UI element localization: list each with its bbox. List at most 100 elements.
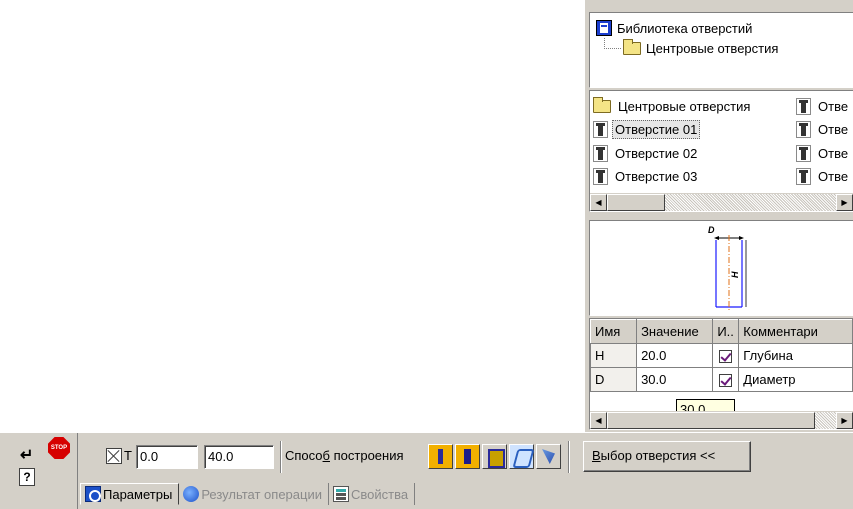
property-bar: ↵ STOP ? T 0.0 40.0 Способ построения Вы… bbox=[0, 432, 853, 509]
method-label-part: построения bbox=[330, 448, 404, 463]
param-name: D bbox=[589, 367, 638, 392]
method-direction-button[interactable] bbox=[536, 444, 561, 469]
scroll-right-button[interactable]: ▶ bbox=[836, 412, 853, 429]
hole-icon bbox=[593, 144, 608, 162]
scroll-track[interactable] bbox=[815, 412, 836, 429]
operation-result-icon bbox=[183, 486, 200, 502]
list-item-label: Отве bbox=[818, 98, 849, 114]
method-depth-button[interactable] bbox=[455, 444, 480, 469]
param-used-cell[interactable] bbox=[712, 343, 740, 368]
dim-depth-label: H bbox=[730, 271, 740, 278]
param-value[interactable]: 30.0 bbox=[636, 367, 714, 392]
param-used-cell[interactable] bbox=[712, 367, 740, 392]
library-tree: Библиотека отверстий Центровые отверстия bbox=[589, 12, 853, 88]
scroll-thumb[interactable] bbox=[607, 194, 665, 211]
dim-diameter-label: D bbox=[708, 225, 715, 235]
point-y-field[interactable]: 40.0 bbox=[204, 445, 274, 469]
param-value[interactable]: 20.0 bbox=[636, 343, 714, 368]
parameters-table-pane: Имя Значение И.. Комментари H 20.0 Глуби… bbox=[589, 318, 853, 430]
column-header-value[interactable]: Значение bbox=[636, 319, 714, 344]
point-lock-checkbox[interactable] bbox=[106, 448, 122, 464]
library-icon bbox=[596, 20, 612, 36]
tree-child-label: Центровые отверстия bbox=[646, 41, 779, 56]
column-header-name[interactable]: Имя bbox=[589, 319, 638, 344]
method-label-hotkey: б bbox=[322, 448, 330, 463]
table-row[interactable]: D 30.0 Диаметр bbox=[589, 367, 853, 392]
help-icon[interactable]: ? bbox=[19, 468, 35, 486]
folder-icon bbox=[623, 39, 641, 55]
list-item-hole-02[interactable]: Отверстие 02 bbox=[593, 142, 703, 164]
list-item-hole-01[interactable]: Отверстие 01 bbox=[593, 118, 703, 140]
hole-icon bbox=[796, 97, 811, 115]
table-horizontal-scrollbar[interactable]: ◀ ▶ bbox=[590, 411, 853, 429]
list-item-label: Отверстие 01 bbox=[612, 119, 701, 139]
hole-icon bbox=[593, 167, 608, 185]
toolbar-divider bbox=[280, 441, 282, 473]
tab-label: Свойства bbox=[350, 486, 409, 502]
scroll-track[interactable] bbox=[665, 194, 836, 211]
scroll-thumb[interactable] bbox=[607, 412, 815, 429]
tree-connector bbox=[604, 38, 621, 49]
property-tabs: Параметры Результат операции Свойства bbox=[80, 483, 416, 505]
hole-icon bbox=[593, 120, 608, 138]
hole-preview: D H bbox=[589, 220, 853, 316]
list-item-label: Отве bbox=[818, 121, 849, 137]
tree-root-label: Библиотека отверстий bbox=[617, 20, 753, 36]
tab-label: Результат операции bbox=[201, 486, 322, 502]
enter-icon[interactable]: ↵ bbox=[20, 445, 33, 465]
construction-method-label: Способ построения bbox=[285, 448, 404, 463]
param-name: H bbox=[589, 343, 638, 368]
list-item-label: Отверстие 03 bbox=[615, 168, 698, 184]
table-row[interactable]: H 20.0 Глубина bbox=[589, 343, 853, 368]
list-item-hole-col2[interactable]: Отве bbox=[796, 118, 853, 140]
tree-item-root[interactable]: Библиотека отверстий bbox=[596, 20, 752, 36]
hole-selection-button[interactable]: Выбор отверстия << bbox=[583, 441, 751, 472]
scroll-left-button[interactable]: ◀ bbox=[590, 412, 607, 429]
table-header-row: Имя Значение И.. Комментари bbox=[589, 319, 853, 344]
parameters-table: Имя Значение И.. Комментари H 20.0 Глуби… bbox=[589, 319, 853, 392]
method-through-button[interactable] bbox=[428, 444, 453, 469]
scroll-right-button[interactable]: ▶ bbox=[836, 194, 853, 211]
column-header-comment[interactable]: Комментари bbox=[738, 319, 853, 344]
toolbar-divider bbox=[568, 441, 570, 473]
checkbox-checked[interactable] bbox=[719, 350, 733, 364]
tree-item-center-holes[interactable]: Центровые отверстия bbox=[623, 39, 779, 56]
hole-preview-drawing: D H bbox=[708, 225, 747, 311]
list-item-hole-col2[interactable]: Отве bbox=[796, 95, 853, 117]
tab-parameters[interactable]: Параметры bbox=[80, 483, 180, 505]
command-controls: ↵ STOP ? bbox=[0, 433, 78, 509]
method-to-face-button[interactable] bbox=[482, 444, 507, 469]
list-item-label: Отве bbox=[818, 168, 849, 184]
tab-label: Параметры bbox=[103, 486, 173, 502]
list-item-label: Центровые отверстия bbox=[618, 98, 751, 114]
list-item-label: Отве bbox=[818, 145, 849, 161]
scroll-left-button[interactable]: ◀ bbox=[590, 194, 607, 211]
column-header-used[interactable]: И.. bbox=[712, 319, 740, 344]
point-label: T bbox=[124, 448, 132, 463]
point-x-field[interactable]: 0.0 bbox=[136, 445, 198, 469]
hole-file-list: Центровые отверстия Отверстие 01 Отверст… bbox=[589, 90, 853, 212]
checkbox-checked[interactable] bbox=[719, 374, 733, 388]
list-item-label: Отверстие 02 bbox=[615, 145, 698, 161]
list-item-hole-col2[interactable]: Отве bbox=[796, 165, 853, 187]
list-item-folder[interactable]: Центровые отверстия bbox=[593, 95, 756, 117]
stop-icon[interactable]: STOP bbox=[48, 437, 70, 459]
hole-icon bbox=[796, 120, 811, 138]
library-panel: Библиотека отверстий Центровые отверстия… bbox=[585, 0, 853, 432]
param-comment: Глубина bbox=[738, 343, 853, 368]
choice-label-hotkey: В bbox=[592, 448, 601, 463]
list-item-hole-col2[interactable]: Отве bbox=[796, 142, 853, 164]
choice-label-part: ыбор отверстия << bbox=[600, 448, 716, 463]
list-item-hole-03[interactable]: Отверстие 03 bbox=[593, 165, 703, 187]
hole-icon bbox=[796, 144, 811, 162]
parameters-icon bbox=[85, 486, 101, 502]
folder-icon bbox=[593, 96, 611, 113]
list-horizontal-scrollbar[interactable]: ◀ ▶ bbox=[590, 193, 853, 211]
param-comment: Диаметр bbox=[738, 367, 853, 392]
tab-operation-result[interactable]: Результат операции bbox=[179, 483, 329, 505]
method-to-surface-button[interactable] bbox=[509, 444, 534, 469]
method-label-part: Спосо bbox=[285, 448, 323, 463]
tab-properties[interactable]: Свойства bbox=[329, 483, 416, 505]
drawing-canvas[interactable] bbox=[0, 0, 585, 432]
hole-icon bbox=[796, 167, 811, 185]
